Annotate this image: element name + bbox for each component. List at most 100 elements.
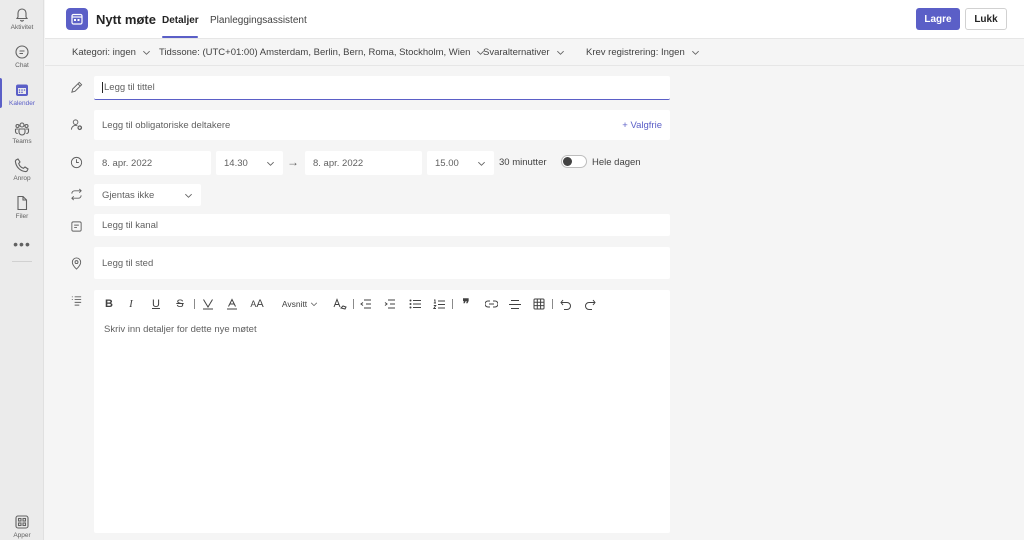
bullet-list-button[interactable] [408,297,422,311]
indent-icon [384,299,395,309]
font-size-button[interactable]: AA [249,297,265,311]
appbar-activity[interactable]: Aktivitet [0,6,44,31]
close-button[interactable]: Lukk [965,8,1007,30]
channel-icon [71,221,82,232]
end-time-dropdown[interactable]: 15.00 [427,151,494,175]
channel-placeholder: Legg til kanal [102,219,158,231]
underline-button[interactable]: U [150,297,162,311]
attendees-input[interactable]: Legg til obligatoriske deltakere + Valgf… [94,110,670,140]
chevron-down-icon [691,50,699,55]
quote-button[interactable]: ❞ [460,296,472,311]
tab-scheduling-assistant[interactable]: Planleggingsassistent [210,15,307,26]
appbar-label: Apper [13,532,31,539]
toggle-knob [563,157,572,166]
title-input[interactable]: Legg til tittel [94,76,670,100]
toolbar-divider [552,299,553,309]
highlighter-icon [203,299,213,310]
location-placeholder: Legg til sted [102,257,154,269]
decrease-indent-button[interactable] [359,297,373,311]
chevron-down-icon [556,50,564,55]
appbar-apps[interactable]: Apper [0,514,44,539]
undo-icon [560,299,571,310]
end-date-value: 8. apr. 2022 [313,157,364,169]
category-dropdown[interactable]: Kategori: ingen [72,47,151,58]
start-date-value: 8. apr. 2022 [102,157,153,169]
insert-link-button[interactable] [484,297,498,311]
appbar-label: Anrop [13,175,31,182]
appbar-teams[interactable]: Teams [0,120,44,145]
start-time-dropdown[interactable]: 14.30 [216,151,283,175]
appbar-label: Kalender [8,100,36,107]
recurrence-dropdown[interactable]: Gjentas ikke [94,184,201,206]
channel-input[interactable]: Legg til kanal [94,214,670,236]
font-color-button[interactable] [225,297,239,311]
horizontal-rule-button[interactable] [508,297,522,311]
italic-button[interactable]: I [126,297,136,311]
phone-icon [14,158,29,173]
horizontal-rule-icon [509,299,521,309]
quote-icon: ❞ [462,296,470,311]
increase-indent-button[interactable] [383,297,397,311]
clear-format-icon [333,298,347,310]
all-day-toggle[interactable] [561,155,587,168]
appbar-label: Aktivitet [10,24,34,31]
chevron-down-icon [311,302,318,307]
duration-text: 30 minutter [499,157,547,168]
undo-button[interactable] [559,297,573,311]
appbar-label: Filer [15,213,29,220]
arrow-right-icon: → [287,155,299,169]
tab-details[interactable]: Detaljer [162,15,199,26]
font-color-icon [227,298,237,310]
appbar-divider [12,261,32,262]
app-bar: Aktivitet Chat Kalender Teams Anrop File… [0,0,44,540]
timezone-label: Tidssone: (UTC+01:00) Amsterdam, Berlin,… [159,47,471,58]
end-date-picker[interactable]: 8. apr. 2022 [305,151,422,175]
insert-table-button[interactable] [532,297,546,311]
redo-button[interactable] [583,297,597,311]
location-input[interactable]: Legg til sted [94,247,670,279]
response-options-label: Svaralternativer [483,47,550,58]
text-caret [102,82,103,93]
appbar-chat[interactable]: Chat [0,44,44,69]
repeat-icon [71,188,82,201]
bold-button[interactable]: B [104,297,114,311]
attendees-placeholder: Legg til obligatoriske deltakere [102,119,231,131]
chevron-down-icon [478,161,485,166]
details-editor[interactable]: B I U S AA Avsnitt ❞ Skriv inn detaljer … [94,290,670,533]
more-apps-button[interactable]: ••• [0,236,44,252]
link-icon [484,300,498,308]
paragraph-style-dropdown[interactable]: Avsnitt [280,297,320,311]
start-date-picker[interactable]: 8. apr. 2022 [94,151,211,175]
numbered-list-button[interactable] [432,297,446,311]
meeting-header: Nytt møte Detaljer Planleggingsassistent… [45,0,1024,39]
bell-icon [15,8,29,22]
outdent-icon [360,299,371,309]
appbar-calendar[interactable]: Kalender [0,78,44,108]
bullet-list-icon [409,299,421,309]
meeting-options-bar: Kategori: ingen Tidssone: (UTC+01:00) Am… [45,40,1024,66]
numbered-list-icon [433,299,445,309]
registration-dropdown[interactable]: Krev registrering: Ingen [586,47,700,58]
details-list-icon [71,296,82,306]
optional-attendees-link[interactable]: + Valgfrie [622,120,662,131]
location-icon [71,257,82,270]
clear-formatting-button[interactable] [332,297,348,311]
end-time-value: 15.00 [435,157,459,169]
chevron-down-icon [185,193,192,198]
response-options-dropdown[interactable]: Svaralternativer [483,47,565,58]
appbar-calls[interactable]: Anrop [0,157,44,182]
appbar-files[interactable]: Filer [0,195,44,220]
paragraph-style-label: Avsnitt [281,299,308,309]
highlight-button[interactable] [201,297,215,311]
strikethrough-button[interactable]: S [174,297,186,311]
clock-icon [70,156,83,169]
calendar-icon [16,84,28,96]
category-label: Kategori: ingen [72,47,136,58]
save-button[interactable]: Lagre [916,8,960,30]
meeting-calendar-icon [66,8,88,30]
teams-icon [14,122,30,136]
apps-icon [15,515,29,529]
timezone-dropdown[interactable]: Tidssone: (UTC+01:00) Amsterdam, Berlin,… [159,47,485,58]
toolbar-divider [194,299,195,309]
appbar-label: Teams [12,138,32,145]
